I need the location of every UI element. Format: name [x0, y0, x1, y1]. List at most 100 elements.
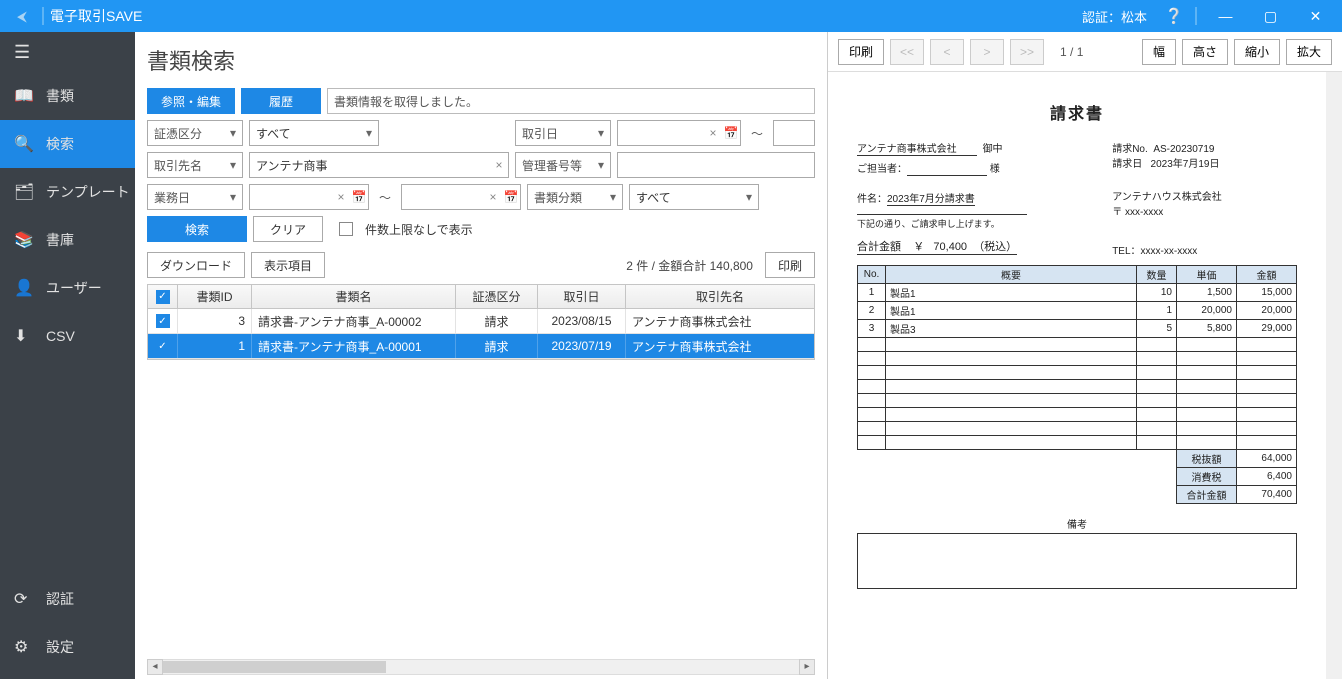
table-row[interactable]: ✓3請求書-アンテナ商事_A-00002請求2023/08/15アンテナ商事株式… [148, 309, 814, 334]
sidebar-item-label: 認証 [46, 589, 74, 609]
th-partner[interactable]: 取引先名 [626, 285, 814, 308]
clear-icon[interactable]: × [704, 126, 722, 140]
preview-vscroll[interactable] [1326, 72, 1342, 679]
sidebar-item-書類[interactable]: 📖書類 [0, 72, 135, 120]
titlebar: ⮜ 電子取引SAVE 認証：松本 ❔ — ▢ ✕ [0, 0, 1342, 32]
chevron-down-icon[interactable]: ▾ [360, 126, 378, 140]
cell-partner: アンテナ商事株式会社 [626, 334, 814, 358]
search-button[interactable]: 検索 [147, 216, 247, 242]
calendar-icon[interactable]: 📅 [722, 126, 740, 140]
mgmt-no-label[interactable]: 管理番号等 ▾ [515, 152, 611, 178]
cert-kubun-label[interactable]: 証憑区分 ▾ [147, 120, 243, 146]
calendar-icon[interactable]: 📅 [502, 190, 520, 204]
page-next-button[interactable]: > [970, 39, 1004, 65]
page-indicator: 1 / 1 [1050, 45, 1093, 59]
download-button[interactable]: ダウンロード [147, 252, 245, 278]
scroll-thumb[interactable] [163, 661, 386, 673]
titlebar-divider-2 [1195, 7, 1197, 25]
row-checkbox[interactable]: ✓ [148, 309, 178, 333]
maximize-button[interactable]: ▢ [1248, 0, 1293, 32]
preview-panel: 印刷 << < > >> 1 / 1 幅 高さ 縮小 拡大 請求書 アンテナ商事… [828, 32, 1342, 679]
chevron-down-icon[interactable]: ▾ [740, 190, 758, 204]
th-date[interactable]: 取引日 [538, 285, 626, 308]
titlebar-divider [42, 7, 44, 25]
fit-height-button[interactable]: 高さ [1182, 39, 1228, 65]
chevron-down-icon[interactable]: ▾ [592, 158, 610, 172]
results-table: ✓ 書類ID 書類名 証憑区分 取引日 取引先名 ✓3請求書-アンテナ商事_A-… [147, 284, 815, 360]
status-message [327, 88, 815, 114]
partner-input[interactable]: アンテナ商事 × [249, 152, 509, 178]
invoice-table: No. 概要 数量 単価 金額 1製品1101,50015,0002製品1120… [857, 265, 1297, 504]
work-date-from[interactable]: × 📅 [249, 184, 369, 210]
clear-button[interactable]: クリア [253, 216, 323, 242]
document-preview: 請求書 アンテナ商事株式会社 御中 ご担当者： 様 件名：2023年7月分請求書… [828, 72, 1326, 679]
th-id[interactable]: 書類ID [178, 285, 252, 308]
fit-width-button[interactable]: 幅 [1142, 39, 1176, 65]
sidebar-item-テンプレート[interactable]: 🗂テンプレート [0, 168, 135, 216]
hamburger-icon[interactable]: ☰ [0, 32, 135, 72]
th-kubun[interactable]: 証憑区分 [456, 285, 538, 308]
scroll-right-icon[interactable]: ▸ [799, 659, 815, 675]
sidebar-item-検索[interactable]: 🔍 検索 [0, 120, 135, 168]
doc-class-label[interactable]: 書類分類 ▾ [527, 184, 623, 210]
check-all[interactable]: ✓ [156, 290, 170, 304]
clear-icon[interactable]: × [484, 190, 502, 204]
print-results-button[interactable]: 印刷 [765, 252, 815, 278]
th-check[interactable]: ✓ [148, 285, 178, 308]
scroll-track[interactable] [163, 659, 799, 675]
search-panel: 書類検索 参照・編集 履歴 証憑区分 ▾ すべて ▾ 取引日 ▾ [135, 32, 828, 679]
page-prev-button[interactable]: < [930, 39, 964, 65]
zoom-in-button[interactable]: 拡大 [1286, 39, 1332, 65]
doc-class-select[interactable]: すべて ▾ [629, 184, 759, 210]
clear-icon[interactable]: × [332, 190, 350, 204]
scroll-left-icon[interactable]: ◂ [147, 659, 163, 675]
horizontal-scrollbar[interactable]: ◂ ▸ [147, 659, 815, 675]
table-row[interactable]: ✓1請求書-アンテナ商事_A-00001請求2023/07/19アンテナ商事株式… [148, 334, 814, 359]
chevron-down-icon[interactable]: ▾ [592, 126, 610, 140]
page-first-button[interactable]: << [890, 39, 924, 65]
cell-date: 2023/07/19 [538, 334, 626, 358]
cell-name: 請求書-アンテナ商事_A-00001 [252, 334, 456, 358]
range-tilde: ～ [375, 189, 395, 206]
th-name[interactable]: 書類名 [252, 285, 456, 308]
sidebar-item-設定[interactable]: ⚙設定 [0, 623, 135, 671]
sidebar-item-書庫[interactable]: 📚書庫 [0, 216, 135, 264]
help-icon[interactable]: ❔ [1159, 7, 1189, 25]
mgmt-no-input[interactable] [617, 152, 815, 178]
doc-company: アンテナ商事株式会社 [857, 140, 977, 156]
reference-edit-button[interactable]: 参照・編集 [147, 88, 235, 114]
table-header: ✓ 書類ID 書類名 証憑区分 取引日 取引先名 [148, 285, 814, 309]
cert-kubun-select[interactable]: すべて ▾ [249, 120, 379, 146]
sidebar-item-label: テンプレート [46, 182, 130, 202]
chevron-down-icon[interactable]: ▾ [224, 190, 242, 204]
chevron-down-icon[interactable]: ▾ [224, 158, 242, 172]
sidebar-item-認証[interactable]: ⟳認証 [0, 575, 135, 623]
work-date-label[interactable]: 業務日 ▾ [147, 184, 243, 210]
range-tilde: ～ [747, 125, 767, 142]
zoom-out-button[interactable]: 縮小 [1234, 39, 1280, 65]
back-icon[interactable]: ⮜ [8, 8, 36, 25]
calendar-icon[interactable]: 📅 [350, 190, 368, 204]
sidebar-item-label: 検索 [46, 134, 74, 154]
clear-icon[interactable]: × [490, 158, 508, 172]
row-checkbox[interactable]: ✓ [148, 334, 178, 358]
work-date-to[interactable]: × 📅 [401, 184, 521, 210]
trade-date-to[interactable] [773, 120, 815, 146]
sidebar-icon: 👤 [14, 278, 32, 298]
history-button[interactable]: 履歴 [241, 88, 321, 114]
page-last-button[interactable]: >> [1010, 39, 1044, 65]
sidebar-icon: 🔍 [14, 134, 32, 154]
chevron-down-icon[interactable]: ▾ [224, 126, 242, 140]
preview-print-button[interactable]: 印刷 [838, 39, 884, 65]
sidebar-item-ユーザー[interactable]: 👤ユーザー [0, 264, 135, 312]
trade-date-from[interactable]: × 📅 [617, 120, 741, 146]
partner-label[interactable]: 取引先名 ▾ [147, 152, 243, 178]
no-limit-checkbox[interactable] [339, 222, 353, 236]
minimize-button[interactable]: — [1203, 0, 1248, 32]
close-button[interactable]: ✕ [1293, 0, 1338, 32]
columns-button[interactable]: 表示項目 [251, 252, 325, 278]
sidebar-item-CSV[interactable]: ⬇CSV [0, 312, 135, 360]
trade-date-label[interactable]: 取引日 ▾ [515, 120, 611, 146]
chevron-down-icon[interactable]: ▾ [604, 190, 622, 204]
app-title: 電子取引SAVE [50, 6, 142, 26]
